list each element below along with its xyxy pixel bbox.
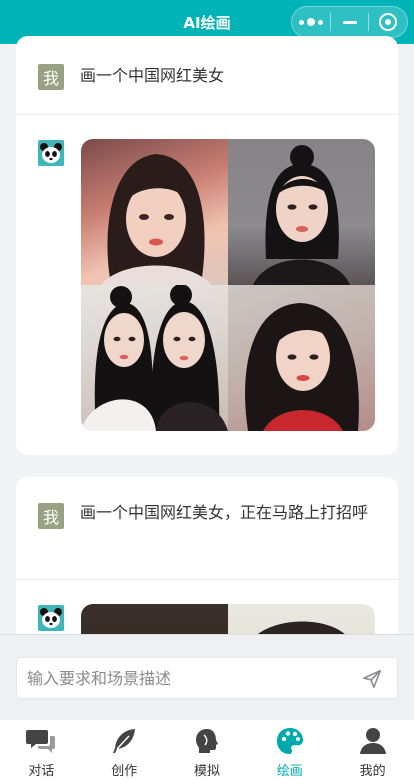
user-prompt: 画一个中国网红美女 bbox=[80, 66, 225, 85]
tab-label: 对话 bbox=[28, 764, 55, 779]
input-bar bbox=[0, 634, 414, 720]
generated-image[interactable] bbox=[81, 285, 228, 431]
tab-drawing[interactable]: 绘画 bbox=[248, 720, 331, 780]
tab-profile[interactable]: 我的 bbox=[331, 720, 414, 780]
tab-label: 模拟 bbox=[193, 764, 220, 779]
panda-avatar-icon bbox=[38, 140, 64, 166]
minimize-icon bbox=[342, 20, 357, 24]
more-dots-icon bbox=[298, 18, 323, 26]
send-button[interactable] bbox=[361, 668, 383, 690]
send-icon bbox=[362, 669, 382, 689]
mini-program-capsule bbox=[291, 6, 408, 38]
tab-simulate[interactable]: 模拟 bbox=[166, 720, 249, 780]
user-icon bbox=[359, 728, 386, 754]
close-miniprogram-button[interactable] bbox=[369, 7, 407, 37]
prompt-input-box[interactable] bbox=[16, 657, 398, 699]
tab-label: 创作 bbox=[111, 764, 138, 779]
palette-icon bbox=[276, 728, 303, 754]
tab-label: 我的 bbox=[359, 764, 386, 779]
user-avatar: 我 bbox=[38, 64, 64, 90]
bottom-tab-bar: 对话 创作 模拟 绘画 我的 bbox=[0, 720, 414, 780]
prompt-input[interactable] bbox=[27, 658, 347, 698]
conversation-card: 我 画一个中国网红美女 bbox=[16, 36, 398, 455]
head-silhouette-icon bbox=[195, 729, 218, 753]
generated-image[interactable] bbox=[228, 139, 375, 285]
generated-image[interactable] bbox=[81, 139, 228, 285]
feather-icon bbox=[113, 729, 136, 753]
generated-image-grid[interactable] bbox=[81, 139, 375, 431]
tab-chat[interactable]: 对话 bbox=[0, 720, 83, 780]
more-options-button[interactable] bbox=[292, 7, 330, 37]
user-prompt: 画一个中国网红美女，正在马路上打招呼 bbox=[80, 503, 369, 522]
tab-create[interactable]: 创作 bbox=[83, 720, 166, 780]
panda-avatar-icon bbox=[38, 605, 64, 631]
user-avatar: 我 bbox=[38, 503, 64, 529]
minimize-button[interactable] bbox=[331, 7, 369, 37]
target-circle-icon bbox=[379, 13, 398, 31]
tab-label: 绘画 bbox=[276, 764, 303, 779]
chat-bubbles-icon bbox=[26, 730, 56, 753]
generated-image[interactable] bbox=[228, 285, 375, 431]
